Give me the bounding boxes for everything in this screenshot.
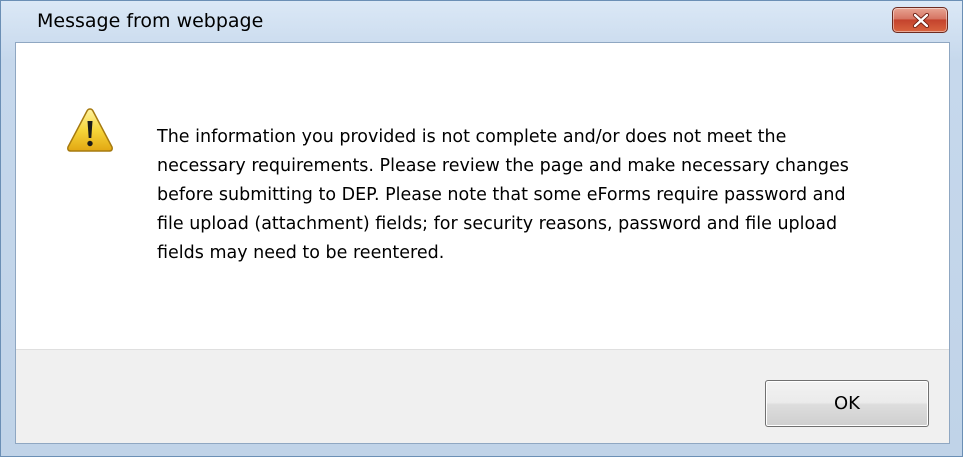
close-button[interactable] xyxy=(892,7,948,33)
warning-icon xyxy=(67,108,113,152)
message-dialog-window: Message from webpage The information you… xyxy=(0,0,963,457)
title-bar[interactable]: Message from webpage xyxy=(1,1,962,42)
message-area: The information you provided is not comp… xyxy=(16,43,949,349)
dialog-client-area: The information you provided is not comp… xyxy=(15,42,950,444)
close-icon xyxy=(912,13,930,28)
window-title: Message from webpage xyxy=(37,10,264,32)
ok-button[interactable]: OK xyxy=(765,380,929,427)
button-area: OK xyxy=(16,349,949,443)
message-text: The information you provided is not comp… xyxy=(157,127,849,263)
